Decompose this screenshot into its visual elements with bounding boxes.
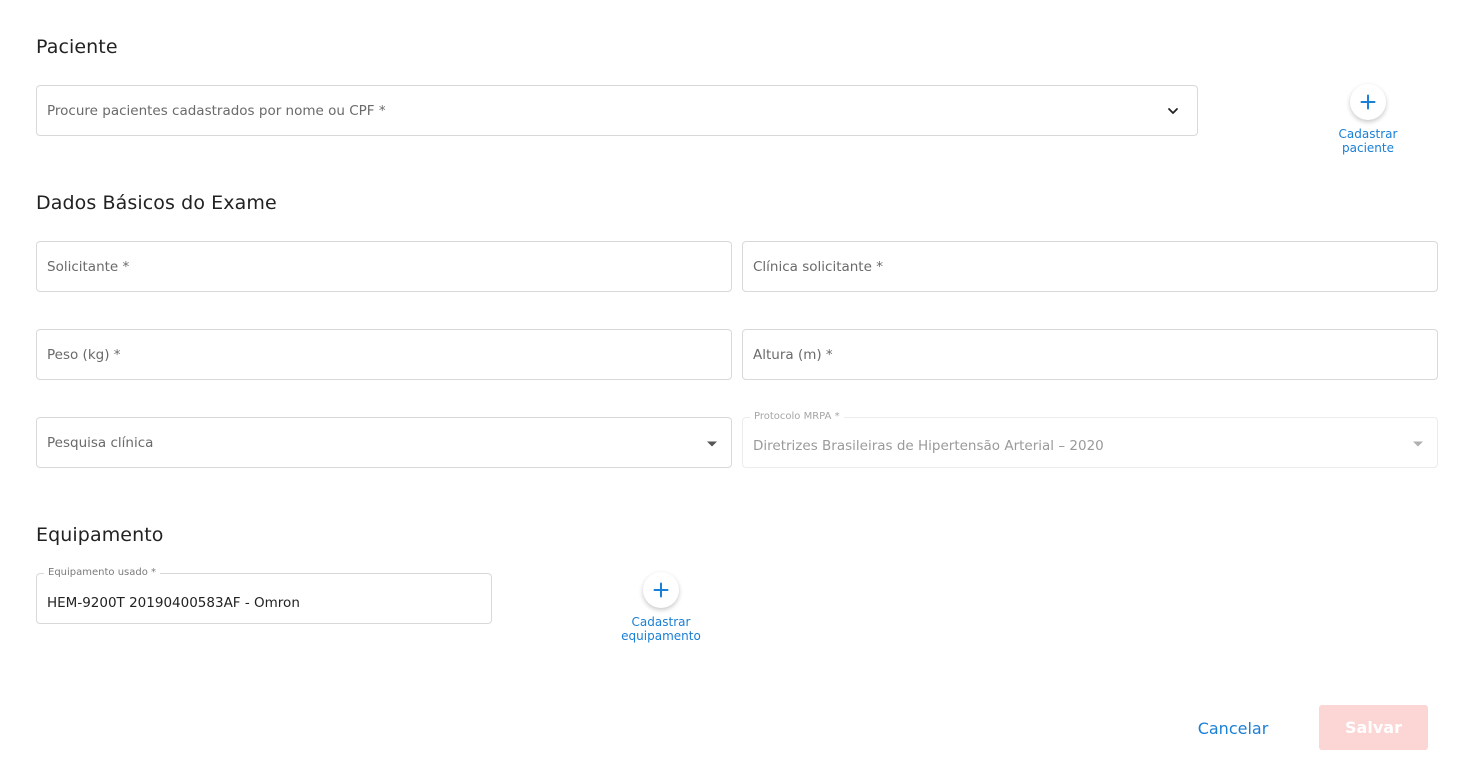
clinica-placeholder: Clínica solicitante * (753, 258, 883, 275)
peso-placeholder: Peso (kg) * (47, 346, 121, 363)
cancel-button[interactable]: Cancelar (1180, 707, 1286, 749)
add-equipment-label[interactable]: Cadastrar equipamento (601, 615, 721, 643)
altura-placeholder: Altura (m) * (753, 346, 833, 363)
equipamento-value: HEM-9200T 20190400583AF - Omron (47, 595, 300, 611)
chevron-down-icon[interactable] (1167, 105, 1179, 117)
caret-down-icon[interactable] (707, 441, 717, 446)
add-patient-button[interactable] (1350, 84, 1386, 120)
pesquisa-placeholder: Pesquisa clínica (47, 434, 154, 451)
equipamento-section-title: Equipamento (36, 524, 164, 546)
pesquisa-clinica-select[interactable]: Pesquisa clínica (36, 417, 732, 468)
protocolo-mrpa-select: Protocolo MRPA * Diretrizes Brasileiras … (742, 411, 1438, 468)
patient-search-select[interactable]: Procure pacientes cadastrados por nome o… (36, 85, 1198, 136)
add-equipment-label-line1: Cadastrar (631, 615, 691, 629)
add-patient-label[interactable]: Cadastrar paciente (1308, 127, 1428, 155)
peso-field[interactable]: Peso (kg) * (36, 329, 732, 380)
protocolo-label: Protocolo MRPA * (750, 411, 844, 423)
plus-icon (1360, 94, 1376, 110)
protocolo-value: Diretrizes Brasileiras de Hipertensão Ar… (753, 438, 1104, 454)
paciente-section-title: Paciente (36, 36, 118, 58)
add-patient-label-line1: Cadastrar (1338, 127, 1398, 141)
add-equipment-button[interactable] (643, 572, 679, 608)
equipamento-label: Equipamento usado * (44, 567, 161, 579)
equipamento-field[interactable]: Equipamento usado * HEM-9200T 2019040058… (36, 567, 492, 624)
add-patient-label-line2: paciente (1342, 141, 1394, 155)
patient-search-placeholder: Procure pacientes cadastrados por nome o… (47, 102, 386, 119)
exame-section-title: Dados Básicos do Exame (36, 192, 277, 214)
add-equipment-label-line2: equipamento (621, 629, 701, 643)
save-button[interactable]: Salvar (1319, 705, 1428, 750)
clinica-solicitante-field[interactable]: Clínica solicitante * (742, 241, 1438, 292)
caret-down-icon (1413, 441, 1423, 446)
altura-field[interactable]: Altura (m) * (742, 329, 1438, 380)
solicitante-placeholder: Solicitante * (47, 258, 130, 275)
solicitante-field[interactable]: Solicitante * (36, 241, 732, 292)
plus-icon (653, 582, 669, 598)
